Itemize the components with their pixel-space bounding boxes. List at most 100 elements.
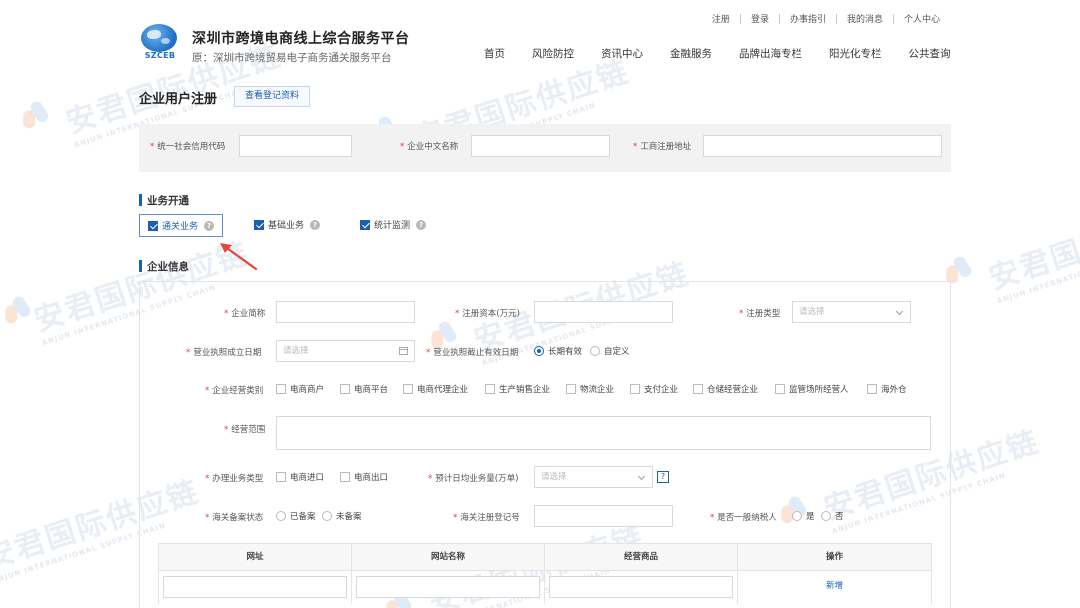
category-checkbox[interactable]: 仓储经营企业 (693, 383, 758, 395)
nav-home[interactable]: 首页 (484, 46, 505, 61)
category-checkbox[interactable]: 电商平台 (340, 383, 388, 395)
short-name-input[interactable] (276, 301, 415, 323)
help-icon[interactable]: ? (204, 220, 215, 231)
expiry-custom-radio[interactable]: 自定义 (590, 345, 630, 357)
biz-type-import-checkbox[interactable]: 电商进口 (276, 471, 324, 483)
top-links: 注册 登录 办事指引 我的消息 个人中心 (702, 12, 950, 25)
checkbox-icon (403, 384, 413, 394)
top-link-personal-center[interactable]: 个人中心 (894, 12, 950, 25)
top-link-login[interactable]: 登录 (741, 12, 779, 25)
page-title: 企业用户注册 (139, 92, 218, 107)
short-name-label: * 企业简称 (224, 309, 266, 319)
add-row-link[interactable]: 新增 (738, 571, 931, 601)
watermark: 安君国际供应链ANJUN INTERNATIONAL SUPPLY CHAIN (984, 194, 1080, 306)
radio-icon (322, 511, 332, 521)
nav-news[interactable]: 资讯中心 (601, 46, 643, 61)
category-checkbox[interactable]: 监管场所经营人 (775, 383, 849, 395)
nav-brand-overseas[interactable]: 品牌出海专栏 (739, 46, 802, 61)
business-basic-checkbox[interactable]: 基础业务 ? (254, 218, 321, 231)
radio-icon (821, 511, 831, 521)
watermark-logo-icon (0, 291, 35, 326)
reg-type-label: * 注册类型 (739, 309, 781, 319)
license-date-picker[interactable]: 请选择 (276, 340, 415, 362)
taxpayer-no-radio[interactable]: 否 (821, 510, 844, 522)
business-stats-checkbox[interactable]: 统计监测 ? (360, 218, 427, 231)
biz-type-label: * 办理业务类型 (205, 474, 264, 484)
checkbox-icon (775, 384, 785, 394)
column-header-products: 经营商品 (545, 544, 738, 570)
radio-icon (276, 511, 286, 521)
site-header: SZCEB 深圳市跨境电商线上综合服务平台 原：深圳市跨境贸易电子商务通关服务平… (0, 0, 1080, 78)
site-logo[interactable]: SZCEB (138, 24, 182, 62)
checkbox-checked-icon (148, 220, 158, 231)
reg-type-select[interactable]: 请选择 (792, 301, 911, 323)
customs-not-filed-radio[interactable]: 未备案 (322, 510, 362, 522)
capital-label: * 注册资本(万元) (455, 309, 520, 319)
checkbox-checked-icon (360, 219, 370, 230)
calendar-icon (399, 347, 408, 355)
customs-reg-no-label: * 海关注册登记号 (453, 513, 520, 523)
website-table: 网址 网站名称 经营商品 操作 新增 (158, 543, 932, 604)
site-name-input[interactable] (356, 576, 540, 598)
checkbox-icon (867, 384, 877, 394)
products-input[interactable] (549, 576, 733, 598)
nav-risk-control[interactable]: 风险防控 (532, 46, 574, 61)
checkbox-checked-icon (254, 219, 264, 230)
radio-icon (590, 346, 600, 356)
logo-text: SZCEB (144, 51, 176, 60)
nav-finance[interactable]: 金融服务 (670, 46, 712, 61)
checkbox-icon (566, 384, 576, 394)
help-icon[interactable]: ? (416, 219, 427, 230)
scope-textarea[interactable] (276, 416, 931, 450)
license-date-label: * 营业执照成立日期 (186, 348, 262, 358)
nav-sunshine[interactable]: 阳光化专栏 (829, 46, 882, 61)
category-checkbox[interactable]: 海外仓 (867, 383, 907, 395)
credit-code-label: * 统一社会信用代码 (150, 142, 226, 152)
site-title: 深圳市跨境电商线上综合服务平台 (192, 31, 410, 47)
capital-input[interactable] (534, 301, 673, 323)
table-header: 网址 网站名称 经营商品 操作 (159, 544, 931, 570)
top-link-guide[interactable]: 办事指引 (780, 12, 836, 25)
expiry-long-term-radio[interactable]: 长期有效 (534, 345, 582, 357)
site-subtitle: 原：深圳市跨境贸易电子商务通关服务平台 (192, 52, 392, 64)
checkbox-icon (276, 384, 286, 394)
daily-volume-label: * 预计日均业务量(万单) (428, 474, 519, 484)
question-icon[interactable]: ? (657, 471, 669, 483)
category-checkbox[interactable]: 电商商户 (276, 383, 324, 395)
company-name-input[interactable] (471, 135, 610, 157)
category-checkbox[interactable]: 生产销售企业 (485, 383, 550, 395)
address-input[interactable] (703, 135, 942, 157)
top-link-register[interactable]: 注册 (702, 12, 740, 25)
license-expiry-label: * 营业执照截止有效日期 (426, 348, 519, 358)
url-input[interactable] (163, 576, 347, 598)
company-name-label: * 企业中文名称 (400, 142, 459, 152)
credit-code-input[interactable] (239, 135, 352, 157)
customs-reg-no-input[interactable] (534, 505, 673, 527)
customs-status-label: * 海关备案状态 (205, 513, 264, 523)
column-header-actions: 操作 (825, 552, 843, 562)
address-label: * 工商注册地址 (633, 142, 692, 152)
globe-icon (141, 24, 177, 52)
taxpayer-yes-radio[interactable]: 是 (792, 510, 815, 522)
column-header-site-name: 网站名称 (352, 544, 545, 570)
annotation-arrow-icon (220, 243, 258, 271)
customs-filed-radio[interactable]: 已备案 (276, 510, 316, 522)
view-registration-button[interactable]: 查看登记资料 (234, 86, 310, 107)
business-customs-checkbox[interactable]: 通关业务 ? (139, 214, 224, 237)
help-icon[interactable]: ? (310, 219, 321, 230)
biz-type-export-checkbox[interactable]: 电商出口 (340, 471, 388, 483)
checkbox-icon (485, 384, 495, 394)
business-section-title: 业务开通 (139, 193, 189, 208)
category-checkbox[interactable]: 电商代理企业 (403, 383, 468, 395)
category-label: * 企业经营类别 (205, 386, 264, 396)
top-link-messages[interactable]: 我的消息 (837, 12, 893, 25)
nav-public-query[interactable]: 公共查询 (909, 46, 951, 61)
checkbox-icon (276, 472, 286, 482)
daily-volume-select[interactable]: 请选择 (534, 466, 653, 488)
checkbox-icon (630, 384, 640, 394)
main-nav: 首页 风险防控 资讯中心 金融服务 品牌出海专栏 阳光化专栏 公共查询 (484, 46, 978, 61)
category-checkbox[interactable]: 物流企业 (566, 383, 614, 395)
radio-icon (792, 511, 802, 521)
scope-label: * 经营范围 (224, 425, 266, 435)
category-checkbox[interactable]: 支付企业 (630, 383, 678, 395)
